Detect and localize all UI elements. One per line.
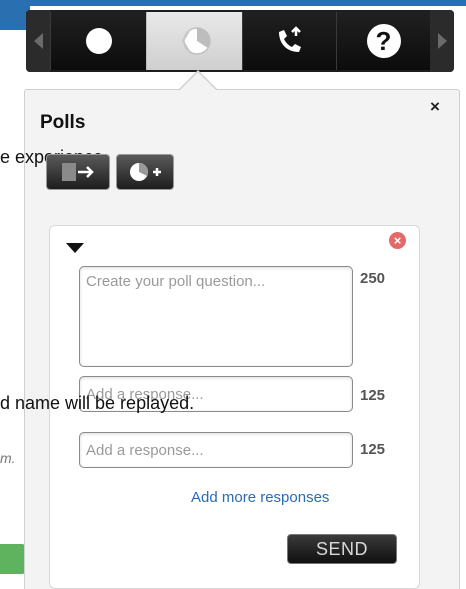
add-more-responses-link[interactable]: Add more responses bbox=[191, 489, 329, 506]
polls-tab-button[interactable] bbox=[146, 12, 242, 70]
scroll-right-button[interactable] bbox=[430, 10, 454, 72]
add-poll-icon bbox=[130, 163, 161, 181]
response-2-char-count: 125 bbox=[360, 441, 386, 458]
response-1-char-count: 125 bbox=[360, 387, 386, 404]
phone-icon bbox=[278, 26, 301, 52]
export-icon bbox=[62, 163, 94, 181]
background-green-tab bbox=[0, 544, 26, 574]
panel-pointer bbox=[180, 72, 216, 90]
background-text-line: d name will be replayed. bbox=[0, 393, 195, 413]
arrow-right-icon bbox=[437, 33, 447, 49]
record-icon bbox=[85, 28, 112, 54]
background-italic-text: m. bbox=[0, 450, 16, 466]
help-button[interactable]: ? bbox=[336, 12, 430, 70]
export-poll-button[interactable] bbox=[46, 154, 110, 190]
new-poll-button[interactable] bbox=[116, 154, 174, 190]
background-header-bar bbox=[0, 0, 466, 6]
remove-poll-icon[interactable]: × bbox=[389, 232, 406, 249]
session-toolbar: ? bbox=[26, 10, 454, 72]
scroll-left-button[interactable] bbox=[26, 10, 50, 72]
panel-title: Polls bbox=[40, 112, 86, 133]
response-input-2[interactable] bbox=[79, 432, 353, 468]
record-button[interactable] bbox=[50, 12, 146, 70]
poll-question-input[interactable] bbox=[79, 266, 353, 367]
close-panel-button[interactable]: × bbox=[430, 97, 440, 117]
collapse-toggle-icon[interactable] bbox=[66, 243, 84, 253]
arrow-left-icon bbox=[33, 33, 43, 49]
send-poll-button[interactable]: SEND bbox=[287, 534, 397, 564]
help-icon: ? bbox=[366, 24, 401, 58]
phone-button[interactable] bbox=[242, 12, 336, 70]
question-char-count: 250 bbox=[360, 270, 386, 287]
polls-icon bbox=[181, 27, 211, 55]
